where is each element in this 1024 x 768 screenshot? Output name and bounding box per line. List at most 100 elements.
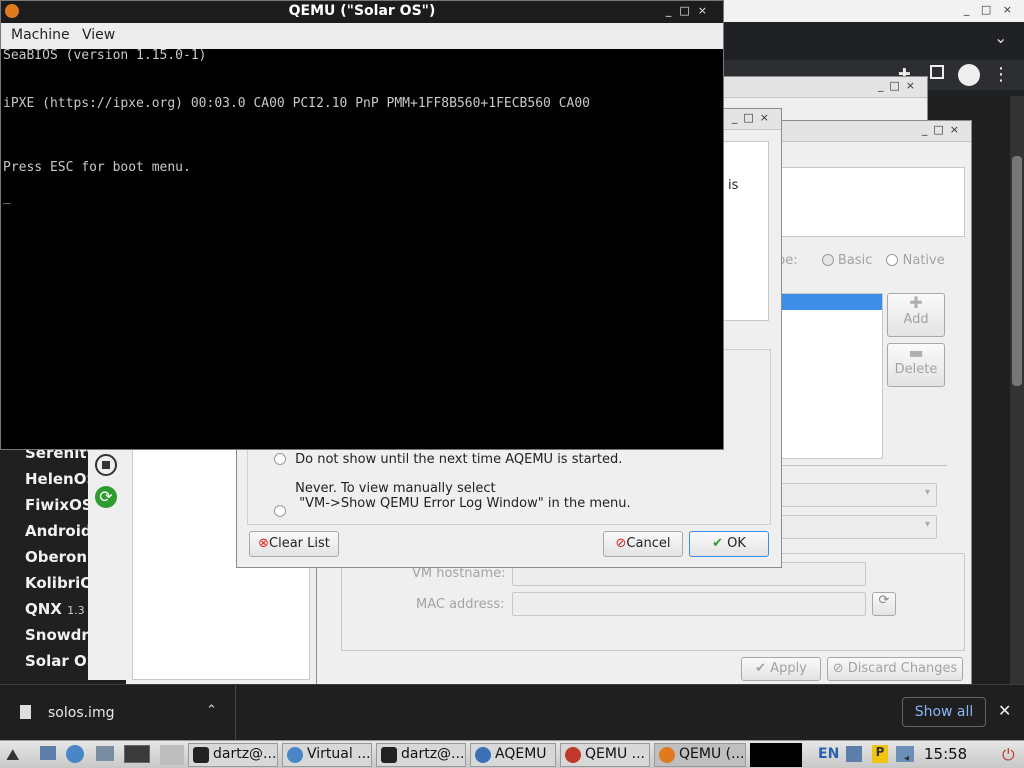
native-radio[interactable]: Native [886,253,945,268]
console-line: SeaBIOS (version 1.15.0-1) [3,48,207,63]
taskbar-task-qemu-1[interactable]: QEMU ... [560,743,650,767]
plus-icon: ✚ [909,293,923,312]
chevron-down-icon[interactable]: ⌄ [994,28,1007,47]
chevron-up-icon[interactable]: ⌃ [206,703,217,718]
menu-view[interactable]: View [82,27,115,43]
delete-button[interactable]: ▬ Delete [887,343,945,387]
check-icon: ✔ [712,536,723,551]
vm-list-item[interactable]: Solar OS [25,652,98,670]
download-bar: solos.img ⌃ Show all ✕ [0,684,1024,741]
clear-list-label: Clear List [269,536,330,551]
refresh-icon[interactable]: ⟳ [95,486,117,508]
option-next-start[interactable]: Do not show until the next time AQEMU is… [274,452,622,467]
dropdown-1[interactable]: ▾ [777,483,937,507]
taskbar-task-terminal-1[interactable]: dartz@... [188,743,278,767]
show-desktop-icon[interactable] [40,746,56,760]
console-line: iPXE (https://ipxe.org) 00:03.0 CA00 PCI… [3,96,590,111]
apply-label: Apply [770,661,807,676]
basic-label: Basic [837,253,873,268]
network-type-row: pe: Basic Native [777,253,977,273]
discard-changes-button[interactable]: ⊘ Discard Changes [827,657,963,681]
clear-icon: ⊗ [258,536,270,551]
vm-list-item[interactable]: QNX 1.3 [25,600,85,618]
basic-radio[interactable]: Basic [821,253,873,268]
option-never-line1: Never. To view manually select [295,481,496,496]
option-never-line2: "VM->Show QEMU Error Log Window" in the … [299,496,631,511]
native-label: Native [902,253,945,268]
scrollbar-thumb[interactable] [1012,156,1022,386]
vm-list-item[interactable]: Snowdr [25,626,89,644]
generate-mac-button[interactable]: ⟳ [872,592,896,616]
option-never-radio[interactable] [274,505,286,517]
dropdown-2[interactable]: ▾ [777,515,937,539]
task-label: AQEMU [495,746,547,762]
p-app-icon[interactable]: P [872,745,888,763]
network-list[interactable] [777,293,883,459]
search-icon[interactable] [846,746,862,762]
dialog-window-buttons[interactable]: _□× [732,111,775,124]
apply-button[interactable]: ✔ Apply [741,657,821,681]
terminal-icon [381,747,397,763]
discard-label: Discard Changes [847,661,958,676]
vm-name: QNX [25,600,62,618]
menu-machine[interactable]: Machine [11,27,70,43]
taskbar-task-browser[interactable]: Virtual ... [282,743,372,767]
file-icon [20,705,31,719]
browser-launcher-icon[interactable] [66,745,84,763]
close-icon[interactable]: ✕ [998,701,1011,720]
separator [777,465,947,466]
vm-list-item[interactable]: FiwixOS [25,496,93,514]
cancel-icon: ⊘ [832,661,844,676]
terminal-launcher-icon[interactable] [124,745,150,763]
ok-button[interactable]: ✔ OK [689,531,769,557]
stop-icon[interactable] [95,454,117,476]
cancel-label: Cancel [626,536,671,551]
aqemu-icon [475,747,491,763]
vm-control-strip: ⟳ [88,440,126,680]
vm-version: 1.3 [67,604,85,617]
taskbar-task-aqemu[interactable]: AQEMU [470,743,556,767]
mac-address-field[interactable] [512,592,866,616]
bug-icon [565,747,581,763]
qemu-console[interactable]: SeaBIOS (version 1.15.0-1) iPXE (https:/… [3,48,721,448]
volume-icon[interactable]: ◂ [904,753,909,764]
vm-list-item[interactable]: HelenOS [25,470,97,488]
network-list-item-selected[interactable] [778,294,882,310]
add-label: Add [903,312,929,327]
cancel-button[interactable]: ⊘Cancel [603,531,683,557]
qemu-titlebar: QEMU ("Solar OS") _□× [1,1,723,23]
option-never[interactable]: Never. To view manually select "VM->Show… [274,481,631,517]
start-menu-icon[interactable]: ⛰ [6,745,19,765]
taskbar-task-qemu-2[interactable]: QEMU (... [654,743,746,767]
power-icon[interactable]: ⏻ [1002,745,1015,765]
sidebar-icon[interactable] [930,65,944,79]
qemu-window-buttons[interactable]: _□× [666,4,715,17]
download-item[interactable]: solos.img ⌃ [0,685,236,741]
option-next-start-radio[interactable] [274,453,286,465]
qemu-window: QEMU ("Solar OS") _□× Machine View SeaBI… [0,0,724,450]
show-all-button[interactable]: Show all [902,697,986,727]
browser-window-buttons[interactable]: _ □ × [964,3,1016,16]
clock[interactable]: 15:58 [924,745,967,763]
add-button[interactable]: ✚ Add [887,293,945,337]
taskbar-task-terminal-2[interactable]: dartz@... [376,743,466,767]
chrome-icon [287,747,303,763]
aqemu-window-buttons[interactable]: _□× [878,79,921,92]
scrollbar[interactable] [1010,96,1024,686]
vm-list-item[interactable]: Oberon [25,548,87,566]
clear-list-button[interactable]: ⊗Clear List [249,531,339,557]
settings-window-buttons[interactable]: _□× [922,123,965,136]
console-line: Press ESC for boot menu. [3,160,191,175]
menu-dots-icon[interactable]: ⋮ [992,64,1010,85]
qemu-menubar: Machine View [1,23,723,49]
option-next-start-label: Do not show until the next time AQEMU is… [295,452,623,467]
browser-titlebar: _ □ × [722,0,1024,22]
task-label: QEMU ... [585,746,645,762]
keyboard-layout[interactable]: EN [818,746,839,762]
tray-blank [750,743,802,767]
vm-list-item[interactable]: Android [25,522,92,540]
vm-list-item[interactable]: KolibriO [25,574,93,592]
files-launcher-icon[interactable] [96,746,114,761]
profile-icon[interactable] [958,64,980,86]
